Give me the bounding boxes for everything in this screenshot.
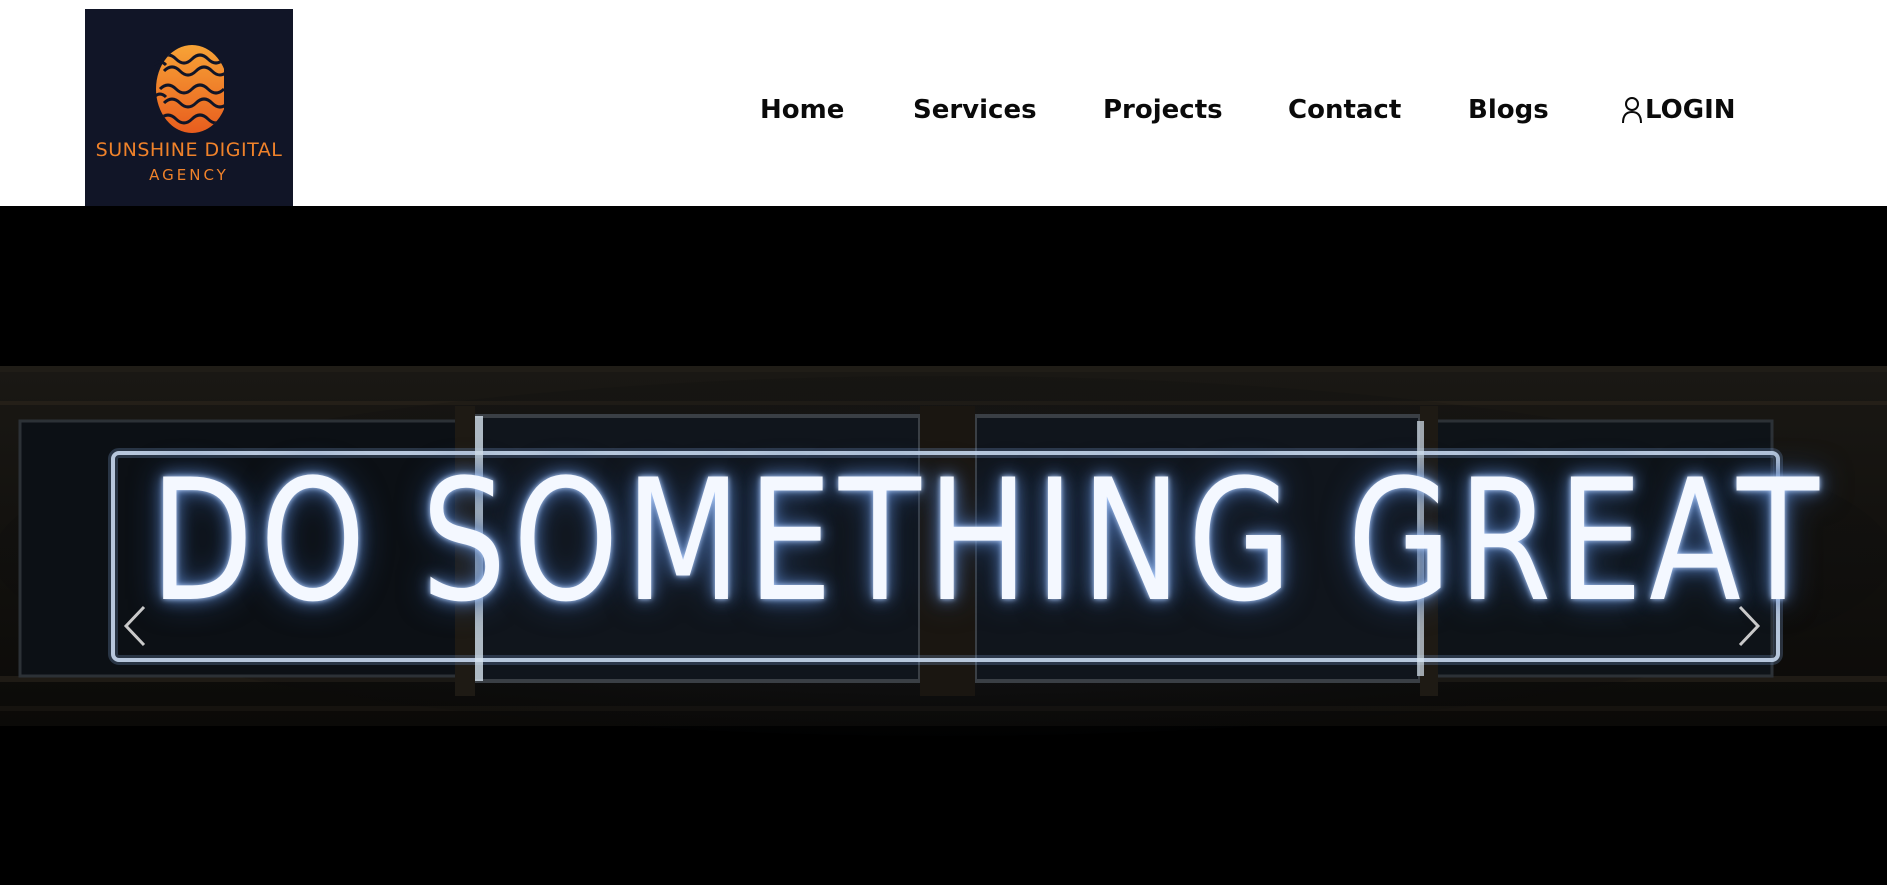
- brand-logo[interactable]: SUNSHINE DIGITAL AGENCY: [85, 9, 293, 206]
- nav-home-link[interactable]: Home: [760, 90, 844, 130]
- nav-projects-link[interactable]: Projects: [1103, 90, 1223, 130]
- wave-sun-logo-icon: [154, 45, 224, 133]
- brand-name: SUNSHINE DIGITAL: [95, 139, 283, 161]
- chevron-left-icon[interactable]: [118, 601, 154, 651]
- chevron-right-icon[interactable]: [1730, 601, 1766, 651]
- nav-blogs-link[interactable]: Blogs: [1468, 90, 1549, 130]
- user-icon: [1622, 97, 1642, 124]
- hero-neon-text: DO SOMETHING GREAT: [150, 443, 1826, 639]
- brand-subname: AGENCY: [149, 166, 229, 184]
- hero-carousel: DO SOMETHING GREAT: [0, 206, 1887, 885]
- login-label: LOGIN: [1645, 95, 1736, 125]
- nav-contact-link[interactable]: Contact: [1288, 90, 1401, 130]
- nav-services-link[interactable]: Services: [913, 90, 1037, 130]
- site-header: SUNSHINE DIGITAL AGENCY Home Services Pr…: [0, 0, 1887, 206]
- login-link[interactable]: LOGIN: [1621, 90, 1736, 130]
